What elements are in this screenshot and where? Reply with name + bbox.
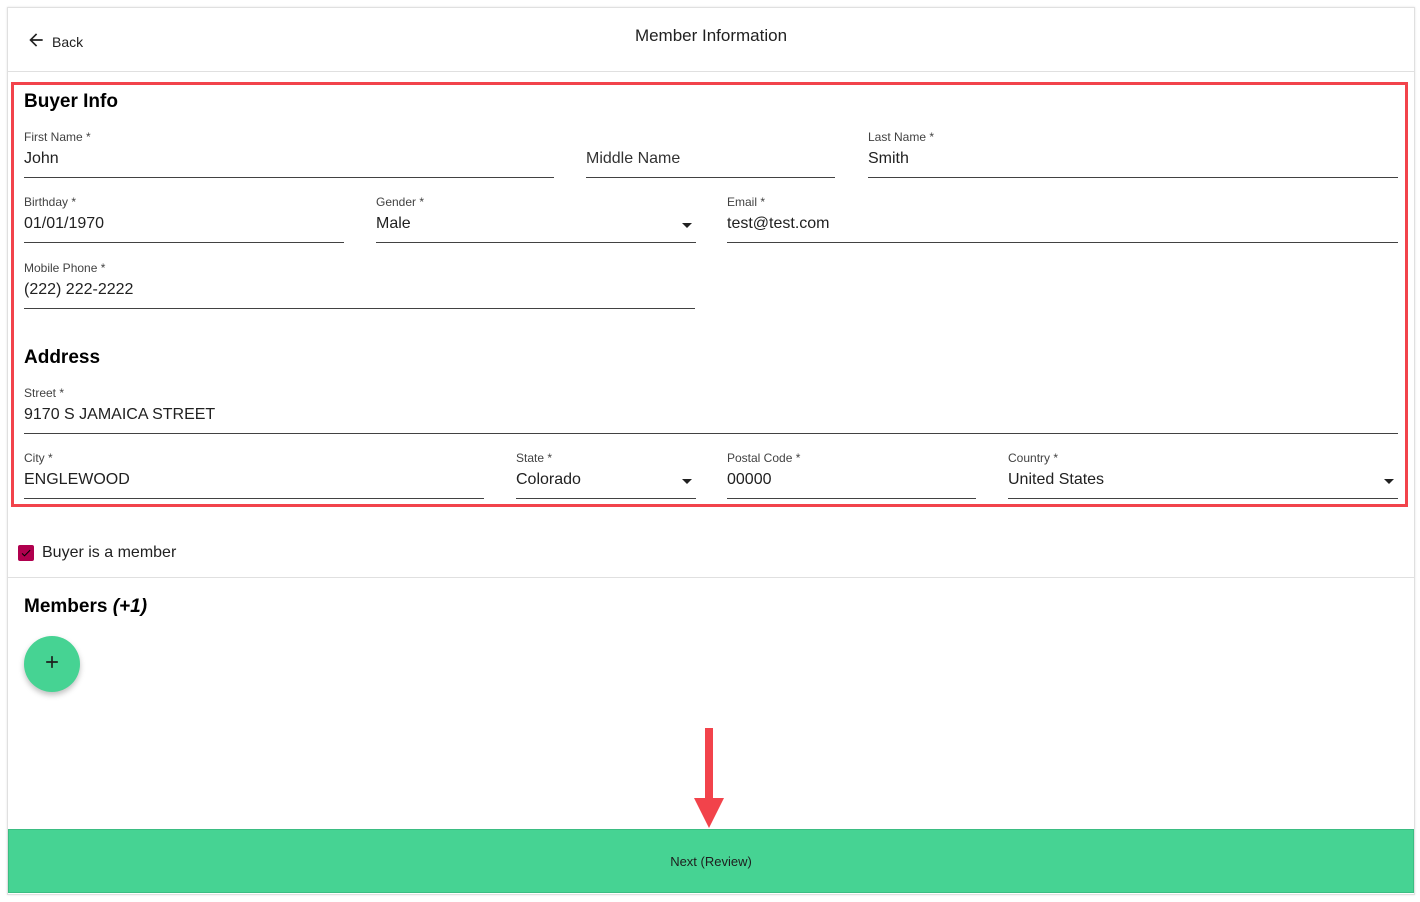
plus-icon (42, 652, 62, 677)
app-frame: Back Member Information Buyer Info First… (7, 7, 1415, 895)
buyer-member-checkbox[interactable]: Buyer is a member (18, 544, 176, 562)
app-header: Back Member Information (8, 8, 1414, 72)
add-member-button[interactable] (24, 636, 80, 692)
next-review-button[interactable]: Next (Review) (8, 829, 1414, 893)
members-count: (+1) (112, 596, 148, 617)
checkbox-checked-icon (18, 545, 34, 561)
highlight-box (11, 82, 1408, 507)
arrow-down-icon (694, 728, 724, 828)
page-title: Member Information (634, 26, 788, 45)
members-title-text: Members (24, 596, 108, 617)
buyer-member-label: Buyer is a member (42, 544, 177, 561)
members-title: Members (+1) (24, 596, 147, 618)
section-divider (8, 577, 1414, 578)
